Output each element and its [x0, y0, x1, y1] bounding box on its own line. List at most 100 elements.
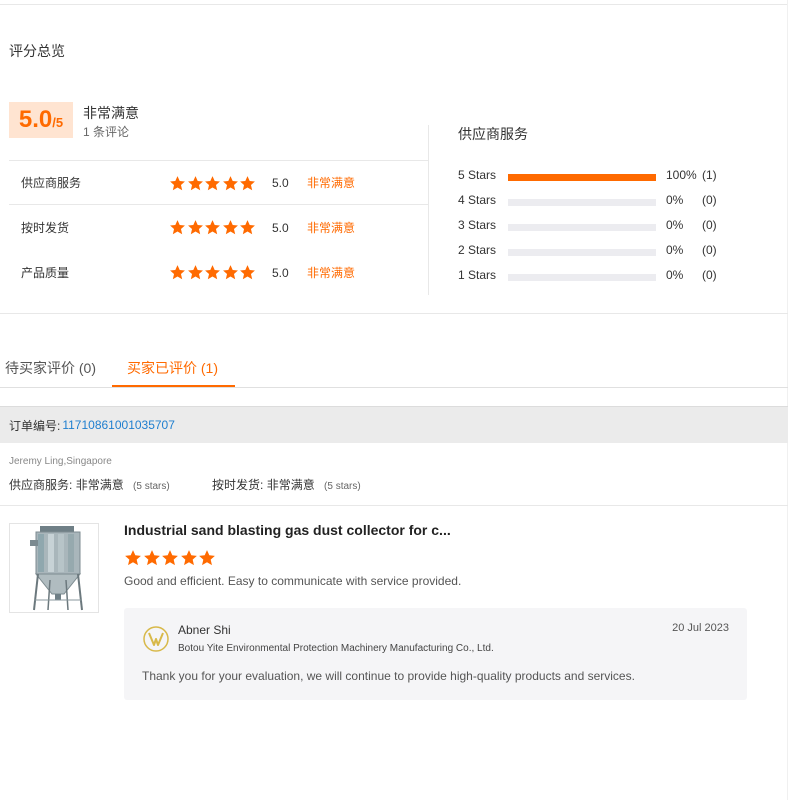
review-count: 1 条评论 [83, 125, 130, 139]
reply-text: Thank you for your evaluation, we will c… [142, 669, 635, 683]
review-text: Good and efficient. Easy to communicate … [124, 574, 462, 588]
score-badge: 5.0 /5 [9, 102, 73, 138]
score-max: /5 [52, 115, 64, 130]
star-icon [199, 550, 215, 566]
rating-stars [169, 264, 257, 281]
star-icon [187, 220, 203, 235]
star-icon [143, 550, 160, 566]
rating-label: 按时发货 [21, 221, 70, 235]
score-description: 非常满意 [83, 105, 139, 121]
rating-quality: 非常满意 [307, 221, 356, 235]
star-icon [125, 550, 141, 566]
distribution-percent: 0% [666, 218, 684, 232]
distribution-row-4: 4 Stars 0% (0) [458, 191, 758, 211]
star-icon [240, 220, 255, 235]
distribution-row-5: 5 Stars 100% (1) [458, 166, 758, 186]
rating-row-product-quality: 产品质量 5.0 非常满意 [9, 250, 429, 295]
buyer-ratings: 供应商服务: 非常满意 (5 stars) 按时发货: 非常满意 (5 star… [9, 476, 709, 492]
rating-label: 供应商服务 [21, 176, 82, 190]
star-icon [170, 220, 185, 235]
score-value: 5.0 [18, 106, 53, 133]
section-divider [0, 313, 788, 314]
buyer-supplier-stars: (5 stars) [133, 481, 170, 492]
star-icon [205, 176, 220, 191]
rating-value: 5.0 [272, 175, 289, 190]
review-stars [124, 549, 217, 567]
reply-date: 20 Jul 2023 [672, 622, 729, 634]
rating-label: 产品质量 [21, 266, 70, 280]
distribution-bar [508, 274, 656, 281]
star-icon [222, 176, 238, 191]
supplier-reply: Abner Shi Botou Yite Environmental Prote… [124, 608, 747, 700]
distribution-label: 2 Stars [458, 243, 497, 257]
tab-buyer-reviewed[interactable]: 买家已评价 (1) [127, 358, 218, 378]
star-icon [170, 265, 185, 280]
buyer-supplier-label: 供应商服务: [9, 478, 73, 492]
rating-stars [169, 219, 257, 236]
rating-row-supplier-service: 供应商服务 5.0 非常满意 [9, 160, 429, 205]
star-icon [170, 176, 185, 191]
tab-pending-reviews[interactable]: 待买家评价 (0) [5, 358, 96, 378]
rating-value: 5.0 [272, 265, 289, 280]
buyer-shipping-stars: (5 stars) [324, 481, 361, 492]
star-icon [187, 265, 203, 280]
distribution-count: (0) [702, 218, 717, 232]
distribution-row-1: 1 Stars 0% (0) [458, 266, 758, 286]
dust-collector-product-image [30, 526, 83, 611]
reply-author: Abner Shi [178, 623, 231, 637]
star-icon [187, 176, 203, 191]
company-logo-icon [143, 626, 169, 652]
vertical-divider [428, 125, 429, 295]
rating-quality: 非常满意 [307, 176, 356, 190]
distribution-label: 1 Stars [458, 268, 497, 282]
distribution-title: 供应商服务 [458, 126, 528, 142]
distribution-count: (0) [702, 193, 717, 207]
star-icon [222, 220, 238, 235]
order-number-link[interactable]: 11710861001035707 [62, 418, 175, 432]
rating-value: 5.0 [272, 220, 289, 235]
star-icon [205, 265, 220, 280]
review-divider [0, 505, 788, 506]
star-icon [162, 550, 178, 566]
distribution-row-2: 2 Stars 0% (0) [458, 241, 758, 261]
distribution-bar-fill [508, 174, 656, 181]
distribution-count: (0) [702, 268, 717, 282]
distribution-percent: 0% [666, 193, 684, 207]
star-icon [240, 176, 255, 191]
rating-stars [169, 175, 257, 192]
distribution-bar [508, 249, 656, 256]
product-title-link[interactable]: Industrial sand blasting gas dust collec… [124, 522, 451, 538]
buyer-supplier-rating: 供应商服务: 非常满意 (5 stars) [9, 476, 170, 493]
order-number-label: 订单编号: [9, 418, 61, 433]
buyer-name: Jeremy Ling,Singapore [9, 456, 112, 467]
buyer-shipping-rating: 按时发货: 非常满意 (5 stars) [212, 476, 361, 493]
review-tabs: 待买家评价 (0) 买家已评价 (1) [0, 348, 788, 388]
distribution-count: (1) [702, 168, 717, 182]
star-icon [222, 265, 238, 280]
star-icon [240, 265, 255, 280]
reply-company: Botou Yite Environmental Protection Mach… [178, 643, 494, 654]
distribution-row-3: 3 Stars 0% (0) [458, 216, 758, 236]
distribution-percent: 100% [666, 168, 697, 182]
rating-quality: 非常满意 [307, 266, 356, 280]
star-icon [205, 220, 220, 235]
product-thumbnail[interactable] [9, 523, 99, 613]
overview-title: 评分总览 [9, 43, 65, 59]
active-tab-indicator [112, 385, 235, 387]
distribution-label: 3 Stars [458, 218, 497, 232]
right-border [787, 0, 788, 800]
distribution-percent: 0% [666, 268, 684, 282]
distribution-count: (0) [702, 243, 717, 257]
top-border [0, 0, 788, 5]
distribution-percent: 0% [666, 243, 684, 257]
distribution-bar [508, 174, 656, 181]
buyer-shipping-value: 非常满意 [266, 478, 315, 492]
order-bar: 订单编号: 11710861001035707 [0, 406, 788, 443]
buyer-shipping-label: 按时发货: [212, 478, 264, 492]
rating-row-on-time-delivery: 按时发货 5.0 非常满意 [9, 205, 429, 250]
distribution-label: 5 Stars [458, 168, 497, 182]
star-icon [180, 550, 197, 566]
distribution-bar [508, 224, 656, 231]
distribution-label: 4 Stars [458, 193, 497, 207]
distribution-bar [508, 199, 656, 206]
